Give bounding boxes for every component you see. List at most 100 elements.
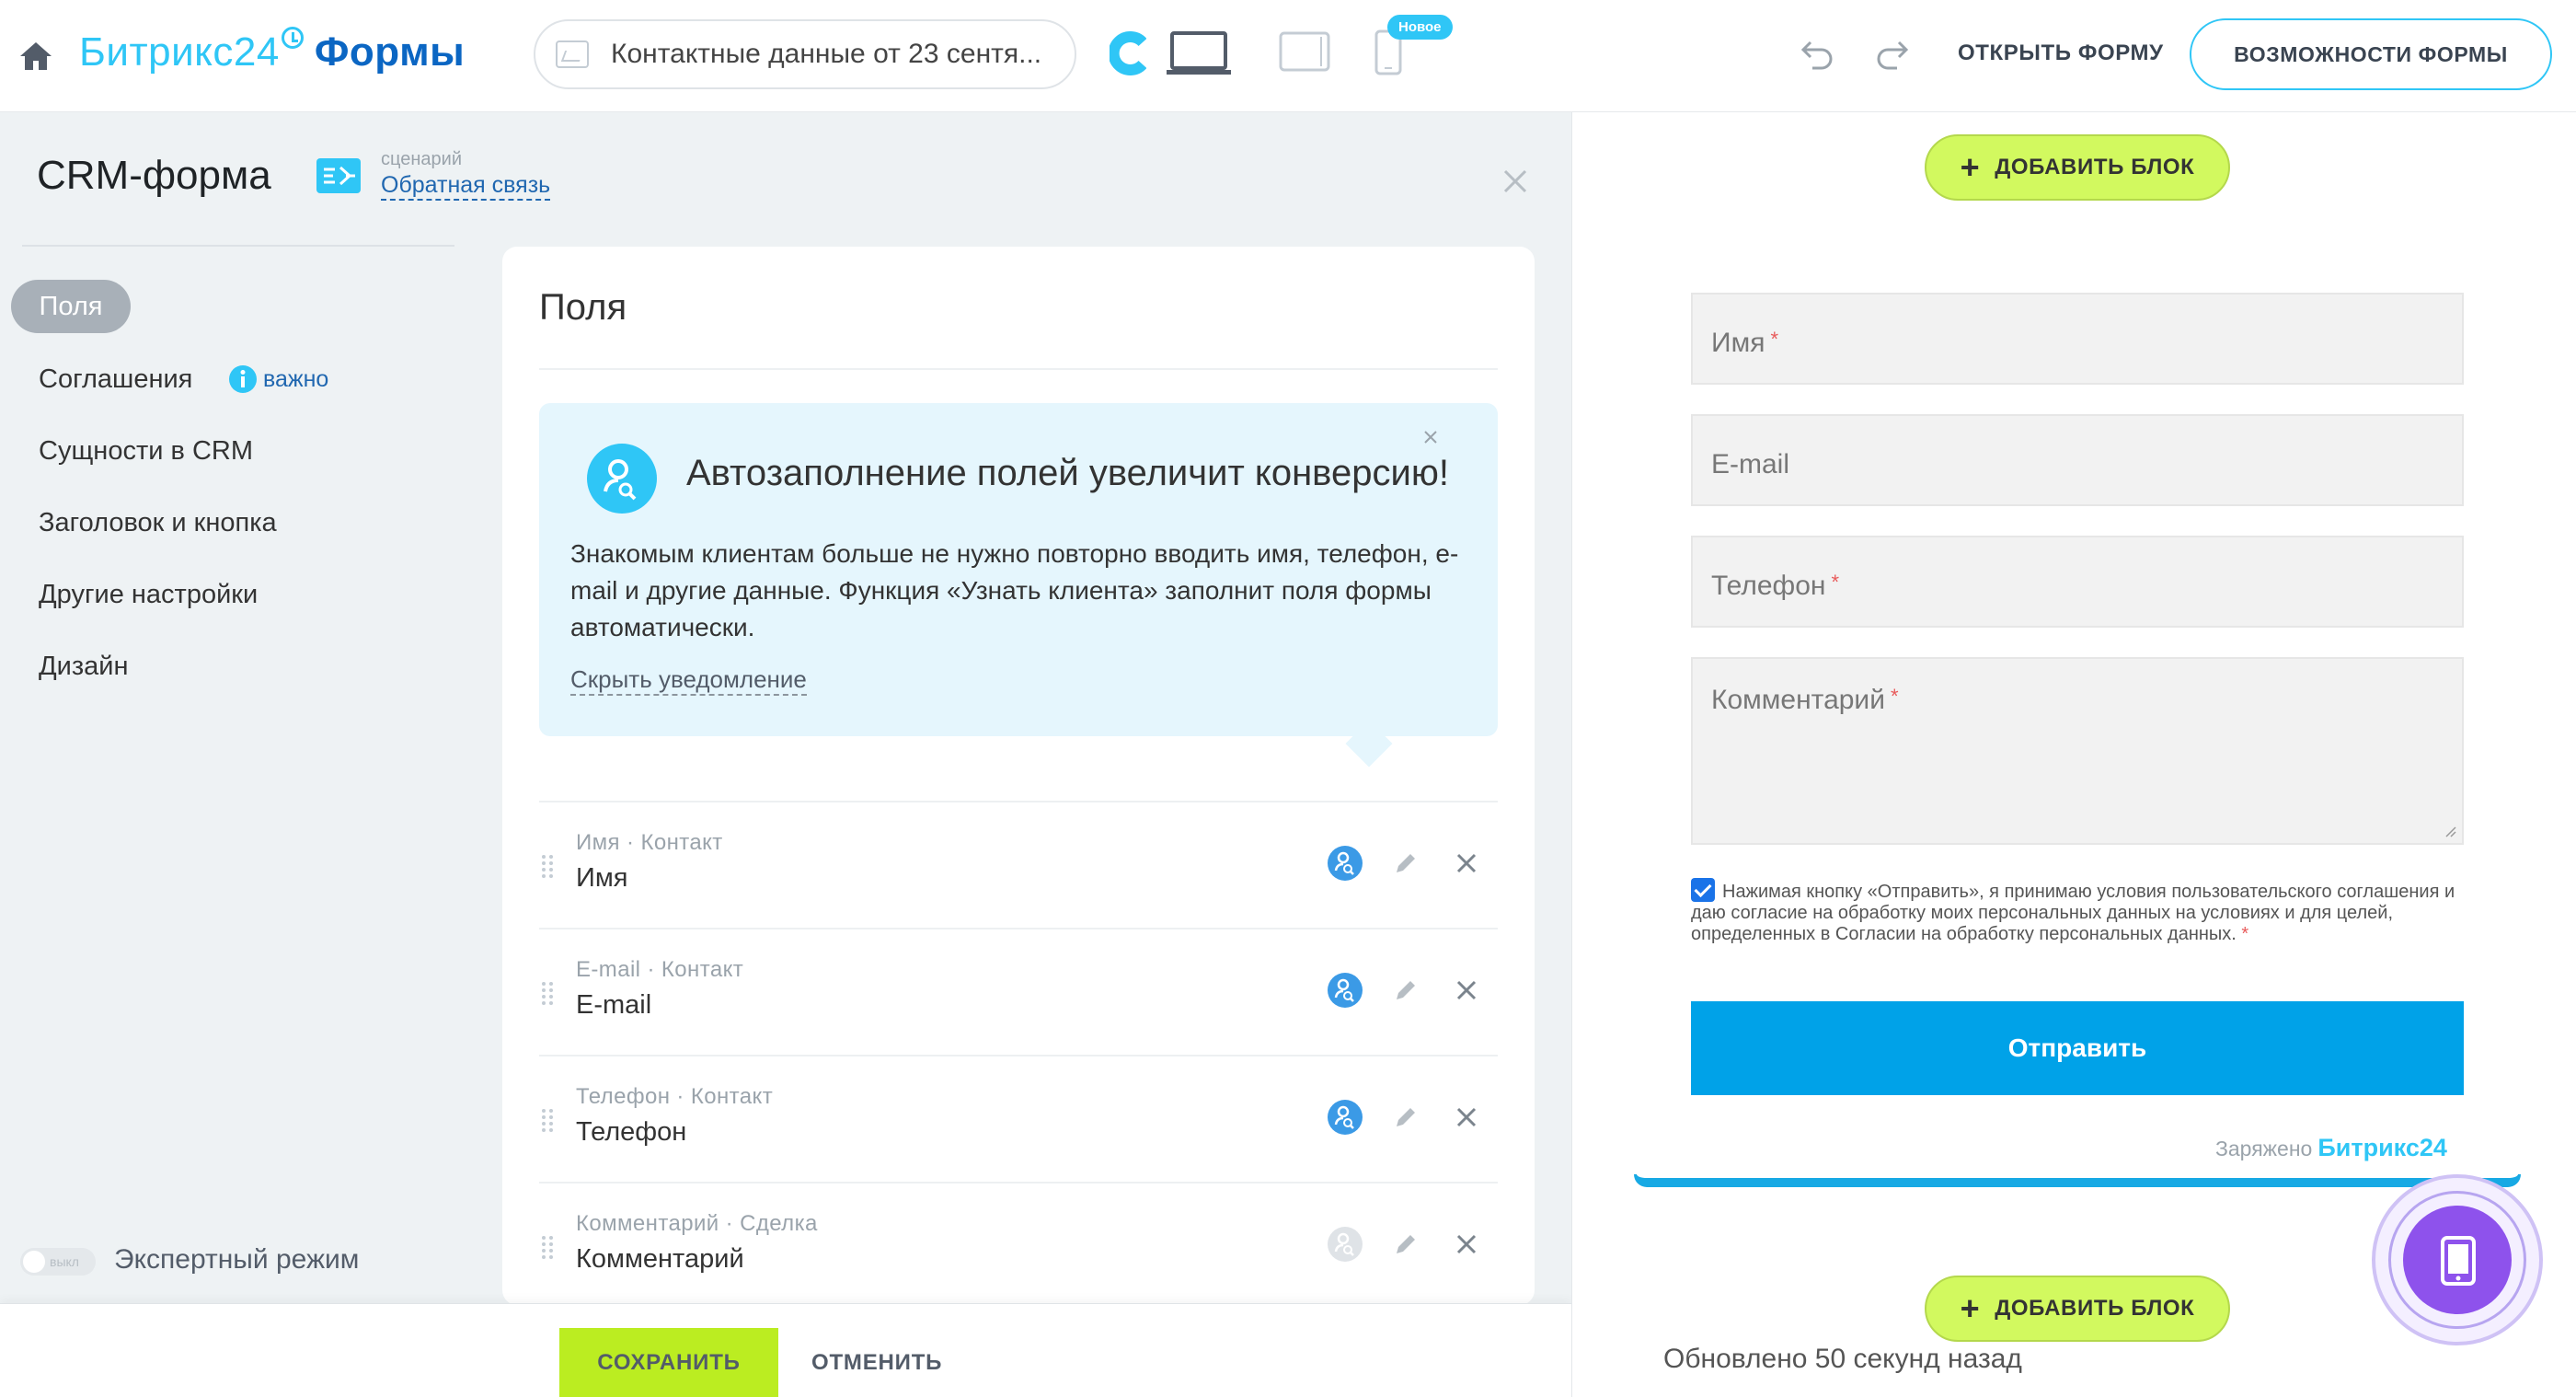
last-updated: Обновлено 50 секунд назад bbox=[1663, 1344, 2022, 1374]
delete-icon[interactable] bbox=[1455, 979, 1478, 1001]
app-logo[interactable]: Битрикс24 Формы bbox=[79, 27, 466, 75]
logo-bitrix24: Битрикс24 bbox=[79, 29, 280, 75]
cancel-button[interactable]: ОТМЕНИТЬ bbox=[811, 1350, 942, 1376]
form-features-button[interactable]: ВОЗМОЖНОСТИ ФОРМЫ bbox=[2190, 18, 2552, 90]
required-mark: * bbox=[2241, 924, 2249, 944]
drag-handle-icon[interactable] bbox=[541, 854, 554, 880]
new-badge: Новое bbox=[1387, 15, 1453, 40]
sidebar-item-agreements[interactable]: Соглашения bbox=[39, 364, 192, 395]
close-icon[interactable] bbox=[1422, 429, 1439, 445]
info-icon[interactable] bbox=[228, 364, 258, 394]
add-block-label: ДОБАВИТЬ БЛОК bbox=[1995, 1296, 2195, 1321]
scenario-label: сценарий bbox=[381, 149, 462, 169]
preview-comment-textarea[interactable]: Комментарий * bbox=[1691, 657, 2464, 845]
plus-icon: + bbox=[1960, 1289, 1981, 1327]
required-mark: * bbox=[1770, 328, 1778, 351]
redo-icon[interactable] bbox=[1873, 37, 1910, 70]
toggle-state-label: выкл bbox=[50, 1254, 79, 1269]
consent-text: Нажимая кнопку «Отправить», я принимаю у… bbox=[1691, 882, 2464, 945]
preview-name-input[interactable]: Имя * bbox=[1691, 293, 2464, 385]
save-button[interactable]: СОХРАНИТЬ bbox=[559, 1328, 778, 1397]
pencil-icon[interactable] bbox=[1393, 1104, 1419, 1130]
field-meta: Имя · Контакт bbox=[576, 830, 723, 855]
fields-panel: Поля Автозаполнение полей увеличит конве… bbox=[502, 247, 1535, 1305]
device-c-icon[interactable] bbox=[1110, 29, 1146, 77]
scenario-icon bbox=[316, 158, 361, 193]
client-search-icon[interactable] bbox=[1327, 972, 1363, 1009]
add-block-button[interactable]: + ДОБАВИТЬ БЛОК bbox=[1925, 134, 2230, 201]
consent-body: Нажимая кнопку «Отправить», я принимаю у… bbox=[1691, 882, 2455, 944]
open-form-link[interactable]: ОТКРЫТЬ ФОРМУ bbox=[1958, 40, 2164, 66]
expert-mode-label: Экспертный режим bbox=[114, 1244, 360, 1275]
field-meta: Телефон · Контакт bbox=[576, 1084, 774, 1109]
preview-email-input[interactable]: E-mail bbox=[1691, 414, 2464, 506]
bottom-action-bar: СОХРАНИТЬ ОТМЕНИТЬ bbox=[0, 1303, 1571, 1397]
pencil-icon[interactable] bbox=[1393, 1231, 1419, 1257]
page-title: CRM-форма bbox=[37, 153, 271, 198]
field-meta: E-mail · Контакт bbox=[576, 957, 744, 982]
field-row[interactable]: Комментарий · Сделка Комментарий bbox=[539, 1182, 1498, 1305]
field-row[interactable]: Телефон · Контакт Телефон bbox=[539, 1055, 1498, 1182]
top-bar: Битрикс24 Формы Контактные данные от 23 с… bbox=[0, 0, 2576, 112]
clock-icon bbox=[281, 27, 304, 49]
scenario-link[interactable]: Обратная связь bbox=[381, 172, 551, 201]
mobile-preview-button[interactable] bbox=[2372, 1174, 2543, 1345]
toggle-knob bbox=[23, 1251, 45, 1273]
delete-icon[interactable] bbox=[1455, 1106, 1478, 1128]
notice-text: Знакомым клиентам больше не нужно повтор… bbox=[570, 539, 1459, 641]
form-title-text: Контактные данные от 23 сентя... bbox=[611, 39, 1042, 69]
pencil-icon[interactable] bbox=[1393, 850, 1419, 876]
form-title-field[interactable]: Контактные данные от 23 сентя... bbox=[534, 19, 1076, 89]
add-block-label: ДОБАВИТЬ БЛОК bbox=[1995, 155, 2195, 179]
close-icon[interactable] bbox=[1501, 167, 1529, 195]
field-row[interactable]: Имя · Контакт Имя bbox=[539, 801, 1498, 928]
resize-handle-icon[interactable] bbox=[2442, 823, 2456, 837]
sidebar-divider bbox=[22, 245, 454, 247]
logo-forms: Формы bbox=[314, 29, 466, 75]
sidebar-item-fields[interactable]: Поля bbox=[11, 280, 131, 333]
sidebar-item-design[interactable]: Дизайн bbox=[39, 652, 128, 682]
submit-button[interactable]: Отправить bbox=[1691, 1001, 2464, 1095]
home-icon[interactable] bbox=[18, 40, 53, 72]
preview-frame-bottom bbox=[1634, 1174, 2521, 1187]
important-link[interactable]: важно bbox=[263, 366, 328, 393]
sidebar-item-crm-entities[interactable]: Сущности в CRM bbox=[39, 436, 253, 467]
field-name: Комментарий bbox=[576, 1244, 744, 1274]
field-name: E-mail bbox=[576, 990, 652, 1020]
drag-handle-icon[interactable] bbox=[541, 1235, 554, 1261]
pencil-icon[interactable] bbox=[1393, 977, 1419, 1003]
delete-icon[interactable] bbox=[1455, 852, 1478, 874]
required-mark: * bbox=[1831, 571, 1840, 594]
notice-title: Автозаполнение полей увеличит конверсию! bbox=[686, 453, 1449, 493]
client-search-icon[interactable] bbox=[1327, 1226, 1363, 1263]
client-search-icon[interactable] bbox=[1327, 845, 1363, 882]
powered-brand: Битрикс24 bbox=[2317, 1134, 2447, 1161]
fields-panel-title: Поля bbox=[539, 287, 627, 328]
hide-notice-link[interactable]: Скрыть уведомление bbox=[570, 665, 807, 696]
add-block-button[interactable]: + ДОБАВИТЬ БЛОК bbox=[1925, 1276, 2230, 1342]
laptop-icon[interactable] bbox=[1165, 29, 1233, 77]
sidebar-item-header-button[interactable]: Заголовок и кнопка bbox=[39, 508, 277, 538]
drag-handle-icon[interactable] bbox=[541, 1108, 554, 1134]
input-placeholder: Телефон bbox=[1711, 571, 1826, 601]
preview-phone-input[interactable]: Телефон * bbox=[1691, 536, 2464, 628]
expert-mode-toggle[interactable]: выкл bbox=[20, 1248, 96, 1276]
required-mark: * bbox=[1890, 685, 1899, 708]
plus-icon: + bbox=[1960, 148, 1981, 186]
powered-by[interactable]: Заряжено Битрикс24 bbox=[2215, 1134, 2447, 1162]
delete-icon[interactable] bbox=[1455, 1233, 1478, 1255]
tablet-icon[interactable] bbox=[1279, 31, 1330, 72]
field-meta: Комментарий · Сделка bbox=[576, 1211, 818, 1236]
sidebar-item-other-settings[interactable]: Другие настройки bbox=[39, 580, 258, 610]
field-name: Имя bbox=[576, 863, 628, 893]
client-search-icon bbox=[587, 444, 657, 514]
input-placeholder: Имя bbox=[1711, 328, 1765, 358]
field-row[interactable]: E-mail · Контакт E-mail bbox=[539, 928, 1498, 1055]
image-icon bbox=[556, 40, 589, 68]
drag-handle-icon[interactable] bbox=[541, 981, 554, 1007]
panel-divider bbox=[539, 368, 1498, 370]
input-placeholder: E-mail bbox=[1711, 449, 1790, 479]
undo-icon[interactable] bbox=[1800, 37, 1836, 70]
client-search-icon[interactable] bbox=[1327, 1099, 1363, 1136]
input-placeholder: Комментарий bbox=[1711, 685, 1885, 715]
